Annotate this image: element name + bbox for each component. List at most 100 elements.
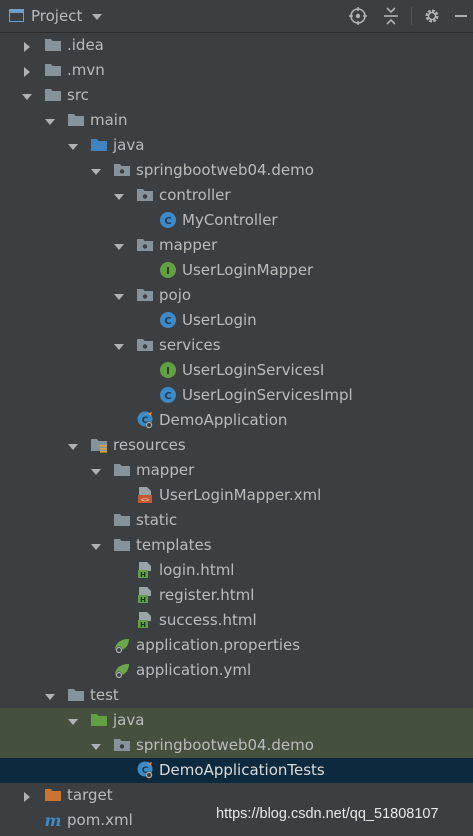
folder-icon <box>113 511 131 529</box>
tree-item-templates[interactable]: templates <box>0 533 473 558</box>
tree-item-idea[interactable]: .idea <box>0 33 473 58</box>
tree-item-mycontroller[interactable]: C MyController <box>0 208 473 233</box>
tree-item-services[interactable]: services <box>0 333 473 358</box>
expanded-arrow-icon[interactable] <box>113 339 125 351</box>
package-icon <box>113 736 131 754</box>
tree-item-java[interactable]: java <box>0 133 473 158</box>
svg-text:m: m <box>45 811 62 829</box>
tree-item-springbootweb04-demo[interactable]: springbootweb04.demo <box>0 733 473 758</box>
tree-item-label: UserLoginMapper.xml <box>159 486 322 504</box>
tree-item-application-yml[interactable]: application.yml <box>0 658 473 683</box>
tree-item-label: controller <box>159 186 231 204</box>
svg-text:I: I <box>166 266 170 277</box>
tree-item-label: pom.xml <box>67 811 133 829</box>
spring-config-icon <box>113 661 131 679</box>
expanded-arrow-icon[interactable] <box>67 139 79 151</box>
chevron-down-icon[interactable] <box>92 14 102 20</box>
html-file-icon: H <box>136 611 154 629</box>
tree-item-label: register.html <box>159 586 255 604</box>
tree-item-userloginservicesi[interactable]: I UserLoginServicesI <box>0 358 473 383</box>
project-window-icon <box>9 9 24 22</box>
tree-item-demoapplication[interactable]: C DemoApplication <box>0 408 473 433</box>
expanded-arrow-icon[interactable] <box>21 89 33 101</box>
tree-item-label: DemoApplication <box>159 411 288 429</box>
tree-item-label: UserLoginMapper <box>182 261 314 279</box>
tree-item-pojo[interactable]: pojo <box>0 283 473 308</box>
tree-item-label: src <box>67 86 89 104</box>
tree-item-label: mapper <box>159 236 218 254</box>
tree-item-mapper[interactable]: mapper <box>0 233 473 258</box>
html-file-icon: H <box>136 586 154 604</box>
svg-text:<>: <> <box>141 496 149 504</box>
tree-item-label: login.html <box>159 561 235 579</box>
tree-item-label: application.properties <box>136 636 301 654</box>
tree-item-userloginmapper[interactable]: I UserLoginMapper <box>0 258 473 283</box>
expanded-arrow-icon[interactable] <box>90 739 102 751</box>
folder-resources-icon <box>90 436 108 454</box>
tree-item-label: .idea <box>67 36 104 54</box>
tree-item-label: services <box>159 336 221 354</box>
folder-blue-icon <box>90 136 108 154</box>
folder-icon <box>113 536 131 554</box>
tree-item-springbootweb04-demo[interactable]: springbootweb04.demo <box>0 158 473 183</box>
expanded-arrow-icon[interactable] <box>113 239 125 251</box>
tree-item-label: springbootweb04.demo <box>136 736 314 754</box>
interface-icon: I <box>159 261 177 279</box>
tree-item-target[interactable]: target <box>0 783 473 808</box>
tree-item-register-html[interactable]: Hregister.html <box>0 583 473 608</box>
expanded-arrow-icon[interactable] <box>67 714 79 726</box>
collapsed-arrow-icon[interactable] <box>21 789 33 802</box>
project-view-title[interactable]: Project <box>31 7 82 25</box>
xml-file-icon: <> <box>136 486 154 504</box>
expanded-arrow-icon[interactable] <box>67 439 79 451</box>
gear-icon[interactable] <box>422 6 442 26</box>
tree-item-static[interactable]: static <box>0 508 473 533</box>
svg-text:H: H <box>140 571 146 579</box>
tree-item-label: .mvn <box>67 61 105 79</box>
tree-item-label: DemoApplicationTests <box>159 761 325 779</box>
folder-icon <box>113 461 131 479</box>
tree-item-java[interactable]: java <box>0 708 473 733</box>
tree-item-resources[interactable]: resources <box>0 433 473 458</box>
tree-item-application-properties[interactable]: application.properties <box>0 633 473 658</box>
svg-text:C: C <box>164 216 171 227</box>
svg-text:H: H <box>140 621 146 629</box>
tree-item-userloginservicesimpl[interactable]: C UserLoginServicesImpl <box>0 383 473 408</box>
tree-item-mapper[interactable]: mapper <box>0 458 473 483</box>
tree-item-demoapplicationtests[interactable]: C DemoApplicationTests <box>0 758 473 783</box>
tree-item-label: target <box>67 786 113 804</box>
tree-item-test[interactable]: test <box>0 683 473 708</box>
tree-item-login-html[interactable]: Hlogin.html <box>0 558 473 583</box>
expanded-arrow-icon[interactable] <box>113 289 125 301</box>
locate-icon[interactable] <box>348 6 368 26</box>
tree-item-label: mapper <box>136 461 195 479</box>
expanded-arrow-icon[interactable] <box>90 539 102 551</box>
expanded-arrow-icon[interactable] <box>44 689 56 701</box>
tree-item-label: MyController <box>182 211 278 229</box>
maven-file-icon: m <box>44 811 62 830</box>
tree-item-src[interactable]: src <box>0 83 473 108</box>
class-icon: C <box>159 386 177 404</box>
tree-item-main[interactable]: main <box>0 108 473 133</box>
collapse-all-icon[interactable] <box>381 6 401 26</box>
tree-item-mvn[interactable]: .mvn <box>0 58 473 83</box>
tree-item-label: templates <box>136 536 212 554</box>
expanded-arrow-icon[interactable] <box>90 164 102 176</box>
tree-item-success-html[interactable]: Hsuccess.html <box>0 608 473 633</box>
expanded-arrow-icon[interactable] <box>44 114 56 126</box>
tree-item-label: success.html <box>159 611 257 629</box>
tree-item-controller[interactable]: controller <box>0 183 473 208</box>
collapsed-arrow-icon[interactable] <box>21 39 33 52</box>
package-icon <box>136 186 154 204</box>
tree-item-userloginmapper-xml[interactable]: <> UserLoginMapper.xml <box>0 483 473 508</box>
tree-item-label: java <box>113 711 145 729</box>
hide-icon[interactable] <box>451 6 471 26</box>
toolbar-separator <box>411 7 412 25</box>
tree-item-label: java <box>113 136 145 154</box>
tree-item-userlogin[interactable]: C UserLogin <box>0 308 473 333</box>
expanded-arrow-icon[interactable] <box>90 464 102 476</box>
expanded-arrow-icon[interactable] <box>113 189 125 201</box>
folder-green-icon <box>90 711 108 729</box>
collapsed-arrow-icon[interactable] <box>21 64 33 77</box>
folder-icon <box>67 111 85 129</box>
